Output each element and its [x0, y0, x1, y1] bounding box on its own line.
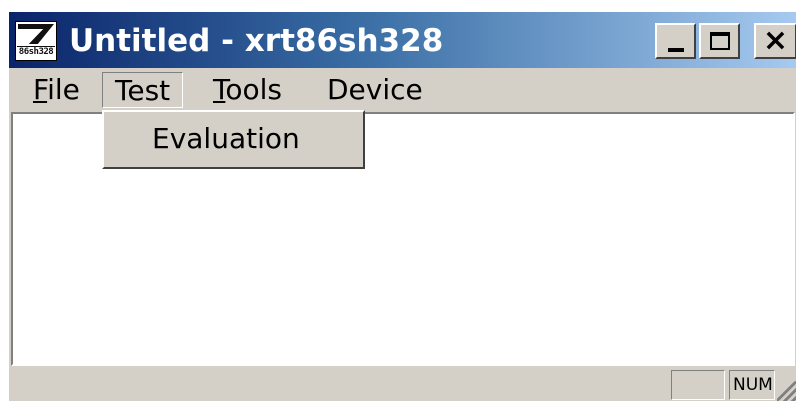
menu-tools[interactable]: Tools: [205, 72, 290, 108]
minimize-button[interactable]: [655, 23, 696, 59]
menu-item-evaluation[interactable]: Evaluation: [108, 118, 359, 160]
app-logo-icon[interactable]: 86sh328: [15, 21, 57, 61]
test-menu-dropdown: Evaluation: [102, 110, 365, 169]
menu-file-mnemonic: F: [33, 73, 48, 106]
app-window: 86sh328 Untitled - xrt86sh328 × File Tes…: [8, 11, 796, 401]
menu-test[interactable]: Test: [102, 72, 184, 108]
menu-file-label: ile: [47, 73, 80, 106]
menu-file[interactable]: File: [25, 72, 88, 108]
close-button[interactable]: ×: [754, 23, 796, 59]
maximize-icon: [709, 32, 730, 50]
status-pane-num: NUM: [729, 370, 775, 400]
resize-grip-icon[interactable]: [777, 381, 796, 401]
menu-device-label: Device: [327, 73, 423, 106]
title-bar[interactable]: 86sh328 Untitled - xrt86sh328 ×: [9, 12, 796, 68]
menu-test-label: Test: [115, 74, 171, 107]
maximize-button[interactable]: [699, 23, 740, 59]
logo-caption: 86sh328: [17, 46, 55, 57]
status-bar: NUM: [9, 366, 796, 401]
menu-item-evaluation-label: Evaluation: [152, 122, 300, 155]
menu-bar: File Test Tools Device: [9, 70, 796, 110]
window-title: Untitled - xrt86sh328: [69, 23, 444, 59]
logo-mark: [18, 24, 54, 44]
menu-device[interactable]: Device: [319, 72, 431, 108]
minimize-icon: [667, 48, 684, 52]
menu-tools-mnemonic: T: [213, 73, 226, 106]
status-pane-empty: [671, 370, 725, 400]
menu-tools-label: ools: [225, 73, 282, 106]
close-icon: ×: [762, 23, 789, 58]
